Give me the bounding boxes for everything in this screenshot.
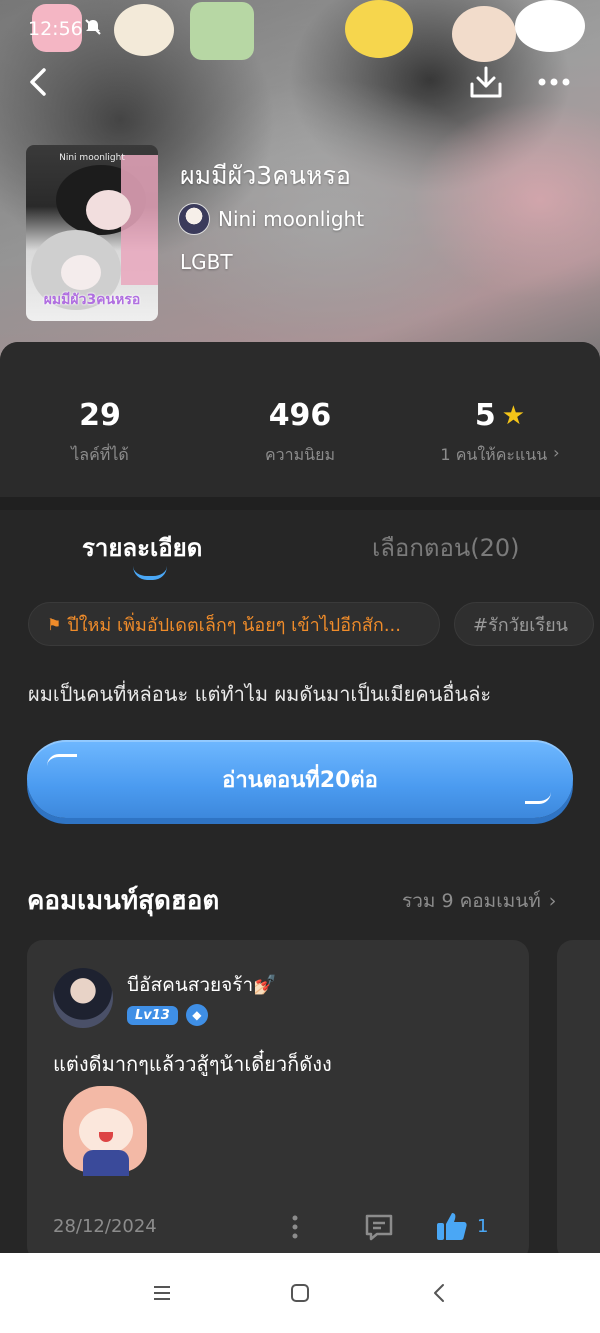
thumbs-up-icon (437, 1213, 467, 1240)
author-name: Nini moonlight (218, 207, 365, 231)
commenter-badges: Lv13 ◆ (127, 1004, 208, 1026)
rating-value: 5 (474, 398, 496, 433)
tab-details[interactable]: รายละเอียด (82, 528, 202, 567)
comment-text: แต่งดีมากๆแล้ววสู้ๆน้าเดี๋ยวก็ดังง (53, 1052, 332, 1076)
tab-bar: รายละเอียด เลือกตอน(20) (0, 510, 600, 590)
home-icon[interactable] (288, 1281, 312, 1305)
author-avatar (178, 203, 210, 235)
popularity-value: 496 (268, 398, 332, 433)
recent-apps-icon[interactable] (150, 1281, 174, 1305)
comment-date: 28/12/2024 (53, 1216, 157, 1237)
book-title: ผมมีผัว3คนหรอ (180, 161, 351, 190)
likes-stat: 29 ไลค์ที่ได้ (60, 398, 140, 468)
comments-total: รวม 9 คอมเมนท์ (402, 890, 541, 912)
genre-label[interactable]: LGBT (180, 250, 233, 274)
sticker-decoration (345, 0, 413, 58)
mute-icon (85, 19, 101, 35)
section-divider (0, 497, 600, 510)
likes-value: 29 (79, 398, 121, 433)
continue-reading-label: อ่านตอนที่20ต่อ (222, 767, 378, 793)
sticker-decoration (190, 2, 254, 60)
cover-title: ผมมีผัว3คนหรอ (43, 292, 141, 308)
level-badge: Lv13 (127, 1005, 178, 1025)
download-icon[interactable] (468, 62, 504, 102)
like-count: 1 (477, 1215, 489, 1237)
commenter-name[interactable]: บีอัสคนสวยจร้า💅🏻 (127, 970, 277, 1000)
diamond-icon: ◆ (185, 1004, 208, 1026)
star-icon: ★ (501, 400, 526, 431)
button-highlight (525, 792, 551, 804)
cover-art (86, 190, 131, 230)
popularity-stat: 496 ความนิยม (240, 398, 360, 468)
more-options-icon[interactable] (534, 64, 574, 100)
comment-sticker (57, 1086, 153, 1178)
chevron-right-icon: › (548, 890, 557, 912)
news-tag[interactable]: ⚑ ปีใหม่ เพิ่มอัปเดตเล็กๆ น้อยๆ เข้าไปอี… (28, 602, 440, 646)
popularity-label: ความนิยม (264, 445, 336, 464)
news-text: ปีใหม่ เพิ่มอัปเดตเล็กๆ น้อยๆ เข้าไปอีกส… (67, 614, 401, 636)
flag-icon: ⚑ (47, 614, 62, 634)
like-button[interactable]: 1 (435, 1210, 488, 1242)
status-time: 12:56 (28, 18, 83, 40)
more-vertical-icon[interactable] (289, 1212, 301, 1242)
stats-panel: 29 ไลค์ที่ได้ 496 ความนิยม 5 ★ 1 คนให้คะ… (0, 342, 600, 497)
system-back-icon[interactable] (428, 1281, 452, 1305)
tab-indicator (133, 566, 167, 580)
reply-icon[interactable] (363, 1212, 395, 1242)
system-navigation-bar (0, 1253, 600, 1333)
hashtag-chip[interactable]: #รักวัยเรียน (454, 602, 594, 646)
cover-author-text: Nini moonlight (59, 153, 125, 163)
sticker-decoration (515, 0, 585, 52)
likes-label: ไลค์ที่ได้ (71, 445, 129, 464)
sticker-decoration (452, 6, 516, 62)
rating-label: 1 คนให้คะแนน (440, 445, 548, 464)
book-header: 12:56 Nini moonlight ผมมีผัว3คนหรอ ผมมีผ… (0, 0, 600, 370)
continue-reading-button[interactable]: อ่านตอนที่20ต่อ (27, 740, 573, 818)
rating-stat[interactable]: 5 ★ 1 คนให้คะแนน › (430, 398, 570, 468)
content-sheet: 29 ไลค์ที่ได้ 496 ความนิยม 5 ★ 1 คนให้คะ… (0, 342, 600, 1262)
chevron-right-icon: › (553, 443, 560, 462)
comment-card[interactable] (557, 940, 600, 1262)
book-description: ผมเป็นคนที่หล่อนะ แต่ทำไม ผมดันมาเป็นเมี… (28, 682, 492, 706)
button-highlight (47, 754, 77, 766)
comment-card[interactable]: บีอัสคนสวยจร้า💅🏻 Lv13 ◆ แต่งดีมากๆแล้ววส… (27, 940, 529, 1262)
all-comments-link[interactable]: รวม 9 คอมเมนท์ › (402, 886, 556, 916)
status-bar: 12:56 (0, 0, 600, 62)
back-icon[interactable] (22, 60, 58, 104)
hot-comments-title: คอมเมนท์สุดฮอต (27, 886, 220, 916)
tab-episodes[interactable]: เลือกตอน(20) (372, 528, 520, 567)
sticker-decoration (114, 4, 174, 56)
book-cover[interactable]: Nini moonlight ผมมีผัว3คนหรอ (26, 145, 158, 321)
commenter-avatar[interactable] (53, 968, 113, 1028)
author-link[interactable]: Nini moonlight (178, 203, 364, 235)
cover-art (61, 255, 101, 290)
